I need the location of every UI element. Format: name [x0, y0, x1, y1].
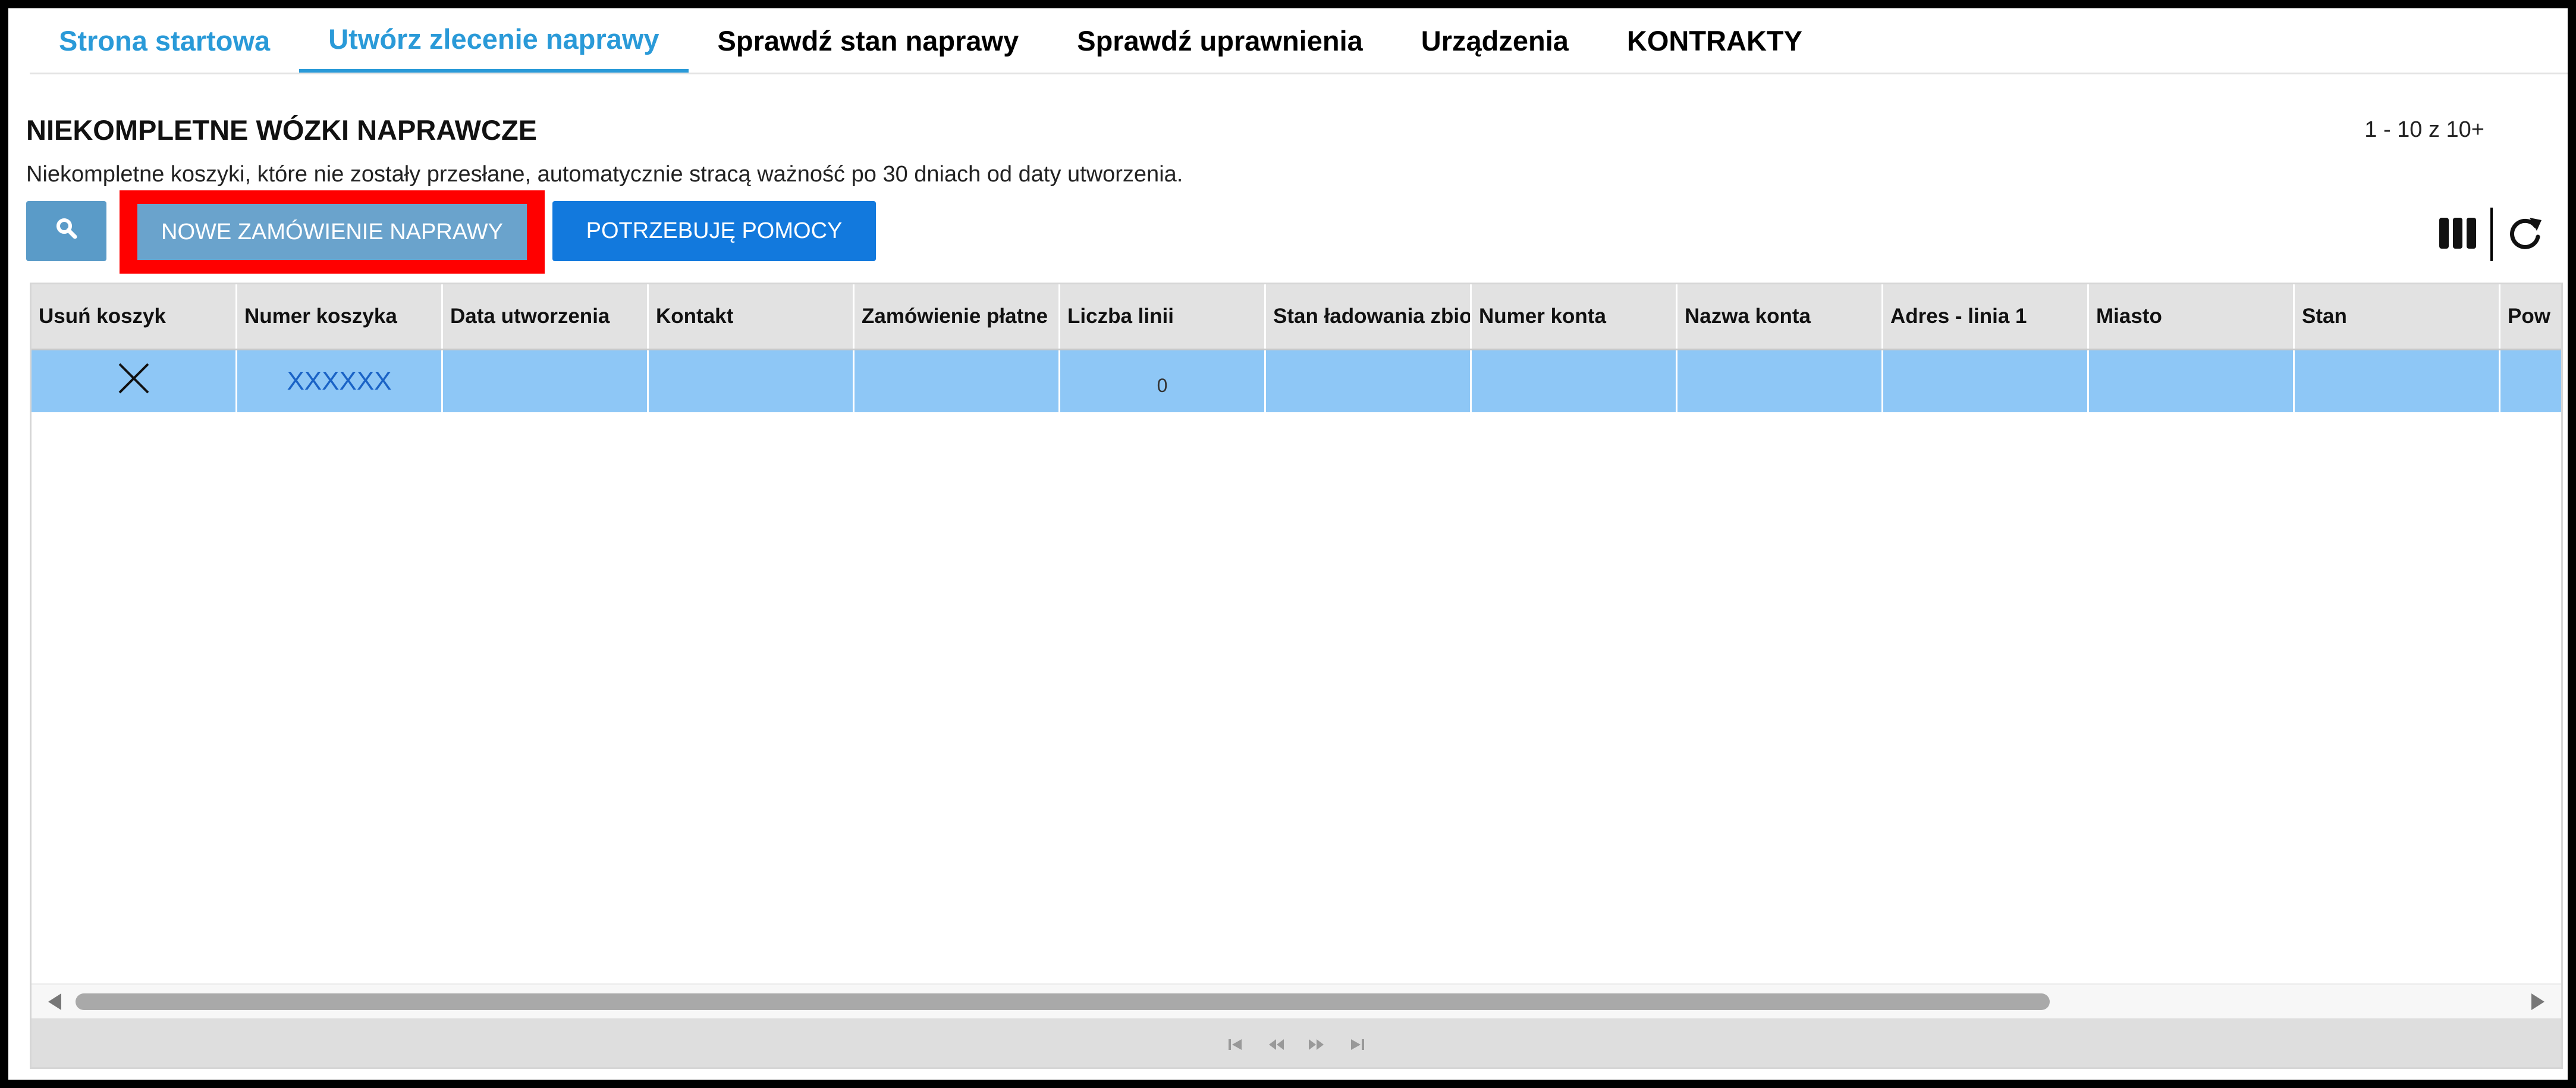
horizontal-scrollbar[interactable] [32, 983, 2561, 1018]
column-header[interactable]: Numer koszyka [237, 284, 443, 349]
column-header[interactable]: Adres - linia 1 [1883, 284, 2089, 349]
refresh-icon[interactable] [2506, 214, 2544, 255]
table-cell [1883, 350, 2089, 412]
table-cell [855, 350, 1060, 412]
tab-check-repair-status[interactable]: Sprawdź stan naprawy [689, 8, 1048, 73]
column-header[interactable]: Nazwa konta [1677, 284, 1883, 349]
scrollbar-thumb[interactable] [76, 993, 2050, 1010]
tab-devices[interactable]: Urządzenia [1392, 8, 1598, 73]
need-help-button[interactable]: POTRZEBUJĘ POMOCY [552, 201, 876, 261]
carts-table: Usuń koszyk Numer koszyka Data utworzeni… [30, 283, 2563, 1069]
first-page-icon[interactable] [1227, 1036, 1244, 1053]
next-page-icon[interactable] [1308, 1036, 1325, 1053]
column-header[interactable]: Pow [2500, 284, 2561, 349]
column-header[interactable]: Liczba linii [1060, 284, 1266, 349]
column-header[interactable]: Stan ładowania zbio [1266, 284, 1472, 349]
top-navigation: Strona startowa Utwórz zlecenie naprawy … [30, 8, 2568, 74]
last-page-icon[interactable] [1349, 1036, 1365, 1053]
scroll-left-icon[interactable] [46, 992, 64, 1014]
toolbar-divider [2490, 208, 2493, 261]
line-count-cell: 0 [1060, 350, 1266, 412]
table-cell [443, 350, 649, 412]
column-header[interactable]: Usuń koszyk [32, 284, 237, 349]
pager-summary: 1 - 10 z 10+ [2364, 117, 2484, 142]
table-cell [2089, 350, 2295, 412]
search-button[interactable] [26, 201, 106, 261]
column-header[interactable]: Stan [2295, 284, 2500, 349]
previous-page-icon[interactable] [1268, 1036, 1284, 1053]
tab-home[interactable]: Strona startowa [30, 8, 299, 73]
close-icon[interactable] [116, 360, 152, 402]
tab-check-entitlements[interactable]: Sprawdź uprawnienia [1048, 8, 1392, 73]
column-header[interactable]: Numer konta [1472, 284, 1677, 349]
table-row[interactable]: XXXXXX 0 [32, 350, 2561, 412]
pagination-bar [32, 1018, 2561, 1067]
page-subtitle: Niekompletne koszyki, które nie zostały … [26, 162, 1183, 187]
cart-number-link[interactable]: XXXXXX [237, 350, 443, 412]
search-icon [55, 217, 78, 246]
columns-icon[interactable] [2438, 217, 2477, 253]
delete-cart-cell[interactable] [32, 350, 237, 412]
table-cell [1266, 350, 1472, 412]
table-cell [1677, 350, 1883, 412]
table-cell [2500, 350, 2561, 412]
scroll-right-icon[interactable] [2529, 992, 2547, 1014]
column-header[interactable]: Kontakt [649, 284, 855, 349]
table-cell [649, 350, 855, 412]
table-cell [1472, 350, 1677, 412]
column-header[interactable]: Data utworzenia [443, 284, 649, 349]
page-title: NIEKOMPLETNE WÓZKI NAPRAWCZE [26, 114, 538, 146]
new-repair-order-button[interactable]: NOWE ZAMÓWIENIE NAPRAWY [137, 204, 527, 260]
column-header[interactable]: Zamówienie płatne [855, 284, 1060, 349]
app-window: Strona startowa Utwórz zlecenie naprawy … [7, 7, 2569, 1081]
grid-toolbar [2438, 208, 2544, 261]
table-header: Usuń koszyk Numer koszyka Data utworzeni… [32, 284, 2561, 350]
tab-create-repair-order[interactable]: Utwórz zlecenie naprawy [299, 8, 689, 73]
table-cell [2295, 350, 2500, 412]
tab-contracts[interactable]: KONTRAKTY [1598, 8, 1832, 73]
column-header[interactable]: Miasto [2089, 284, 2295, 349]
